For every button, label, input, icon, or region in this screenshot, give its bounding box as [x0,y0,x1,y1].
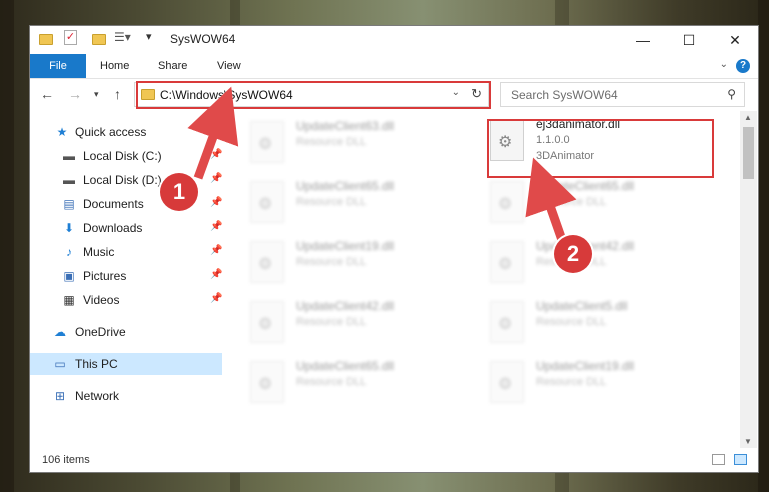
arrow-2 [525,157,577,242]
callout-2: 2 [554,235,592,273]
callout-1: 1 [160,173,198,211]
arrow-1 [187,86,239,180]
annotation-arrows [187,86,577,242]
